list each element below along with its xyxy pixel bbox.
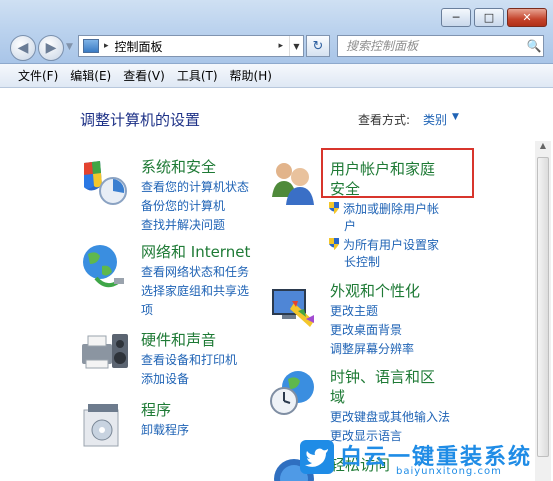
uac-shield-icon [329, 202, 339, 214]
link-backup-computer[interactable]: 备份您的计算机 [141, 198, 225, 215]
category-title[interactable]: 系统和安全 [141, 157, 216, 177]
category-title-cont[interactable]: 域 [330, 387, 345, 407]
minimize-button[interactable]: ─ [441, 8, 471, 27]
programs-icon[interactable] [78, 400, 130, 452]
link-change-theme[interactable]: 更改主题 [330, 303, 378, 320]
link-add-remove-users-cont[interactable]: 户 [344, 218, 356, 235]
arrow-right-icon: ▶ [45, 40, 57, 56]
link-uninstall-program[interactable]: 卸载程序 [141, 422, 189, 439]
link-add-device[interactable]: 添加设备 [141, 371, 189, 388]
highlight-box [321, 148, 474, 198]
link-label[interactable]: 为所有用户设置家 [343, 238, 439, 252]
link-troubleshoot[interactable]: 查找并解决问题 [141, 217, 225, 234]
link-view-computer-status[interactable]: 查看您的计算机状态 [141, 179, 249, 196]
back-button[interactable]: ◀ [10, 35, 36, 61]
address-bar[interactable]: ▸ 控制面板 ▸ ▼ [78, 35, 304, 57]
scroll-thumb[interactable] [537, 157, 549, 457]
page-title: 调整计算机的设置 [80, 111, 201, 129]
link-devices-printers[interactable]: 查看设备和打印机 [141, 352, 237, 369]
link-network-status[interactable]: 查看网络状态和任务 [141, 264, 249, 281]
refresh-button[interactable]: ↻ [306, 35, 330, 57]
link-add-remove-users[interactable]: 添加或删除用户帐 [328, 201, 439, 218]
category-title[interactable]: 网络和 Internet [141, 242, 250, 262]
arrow-left-icon: ◀ [17, 40, 29, 56]
view-by-label: 查看方式: [358, 113, 411, 127]
link-change-desktop-background[interactable]: 更改桌面背景 [330, 322, 402, 339]
category-title[interactable]: 硬件和声音 [141, 330, 216, 350]
link-label[interactable]: 添加或删除用户帐 [343, 202, 439, 216]
watermark-url: baiyunxitong.com [396, 466, 502, 477]
search-input[interactable] [338, 39, 525, 53]
window-controls: ─ □ ✕ [441, 8, 547, 27]
scroll-up-icon[interactable]: ▲ [535, 141, 551, 155]
twitter-bird-logo-icon [300, 440, 334, 474]
link-parental-controls-cont[interactable]: 长控制 [344, 254, 380, 271]
view-by-chevron-down-icon[interactable]: ▼ [452, 112, 459, 122]
menu-edit[interactable]: 编辑(E) [64, 67, 117, 84]
menu-file[interactable]: 文件(F) [12, 67, 64, 84]
category-title[interactable]: 时钟、语言和区 [330, 367, 435, 387]
link-screen-resolution[interactable]: 调整屏幕分辨率 [330, 341, 414, 358]
category-title[interactable]: 外观和个性化 [330, 281, 420, 301]
menu-view[interactable]: 查看(V) [117, 67, 171, 84]
user-accounts-icon[interactable] [268, 157, 320, 209]
menu-help[interactable]: 帮助(H) [224, 67, 278, 84]
control-panel-content: 调整计算机的设置 查看方式: 类别 ▼ ▲ 系统和安全 查看您的计算机状态 备份… [0, 89, 553, 481]
recent-pages-dropdown-icon[interactable]: ▼ [66, 42, 73, 52]
forward-button[interactable]: ▶ [38, 35, 64, 61]
category-title[interactable]: 程序 [141, 400, 171, 420]
breadcrumb-control-panel[interactable]: 控制面板 [115, 38, 279, 55]
link-homegroup-sharing[interactable]: 选择家庭组和共享选 [141, 283, 249, 300]
clock-language-icon[interactable] [268, 367, 320, 419]
vertical-scrollbar[interactable]: ▲ [535, 141, 551, 481]
close-button[interactable]: ✕ [507, 8, 547, 27]
system-security-icon[interactable] [78, 157, 130, 209]
control-panel-icon [83, 39, 99, 53]
link-change-input-method[interactable]: 更改键盘或其他输入法 [330, 409, 450, 426]
menu-bar: 文件(F) 编辑(E) 查看(V) 工具(T) 帮助(H) [0, 64, 553, 88]
maximize-button[interactable]: □ [474, 8, 504, 27]
search-box[interactable]: 🔍 [337, 35, 544, 57]
link-homegroup-sharing-cont[interactable]: 项 [141, 302, 153, 319]
menu-tools[interactable]: 工具(T) [171, 67, 224, 84]
view-by-dropdown[interactable]: 类别 [423, 111, 447, 128]
search-icon[interactable]: 🔍 [525, 39, 543, 53]
breadcrumb-chevron-icon[interactable]: ▸ [278, 41, 283, 51]
breadcrumb-chevron-icon[interactable]: ▸ [104, 41, 109, 51]
link-parental-controls[interactable]: 为所有用户设置家 [328, 237, 439, 254]
appearance-icon[interactable] [268, 281, 320, 333]
network-icon[interactable] [78, 242, 130, 294]
uac-shield-icon [329, 238, 339, 250]
hardware-sound-icon[interactable] [78, 330, 130, 382]
refresh-icon: ↻ [312, 38, 324, 54]
window-titlebar: ─ □ ✕ ◀ ▶ ▼ ▸ 控制面板 ▸ ▼ ↻ 🔍 [0, 0, 553, 64]
watermark: 白云一键重装系统 baiyunxitong.com [300, 436, 553, 481]
address-dropdown-icon[interactable]: ▼ [289, 36, 303, 56]
